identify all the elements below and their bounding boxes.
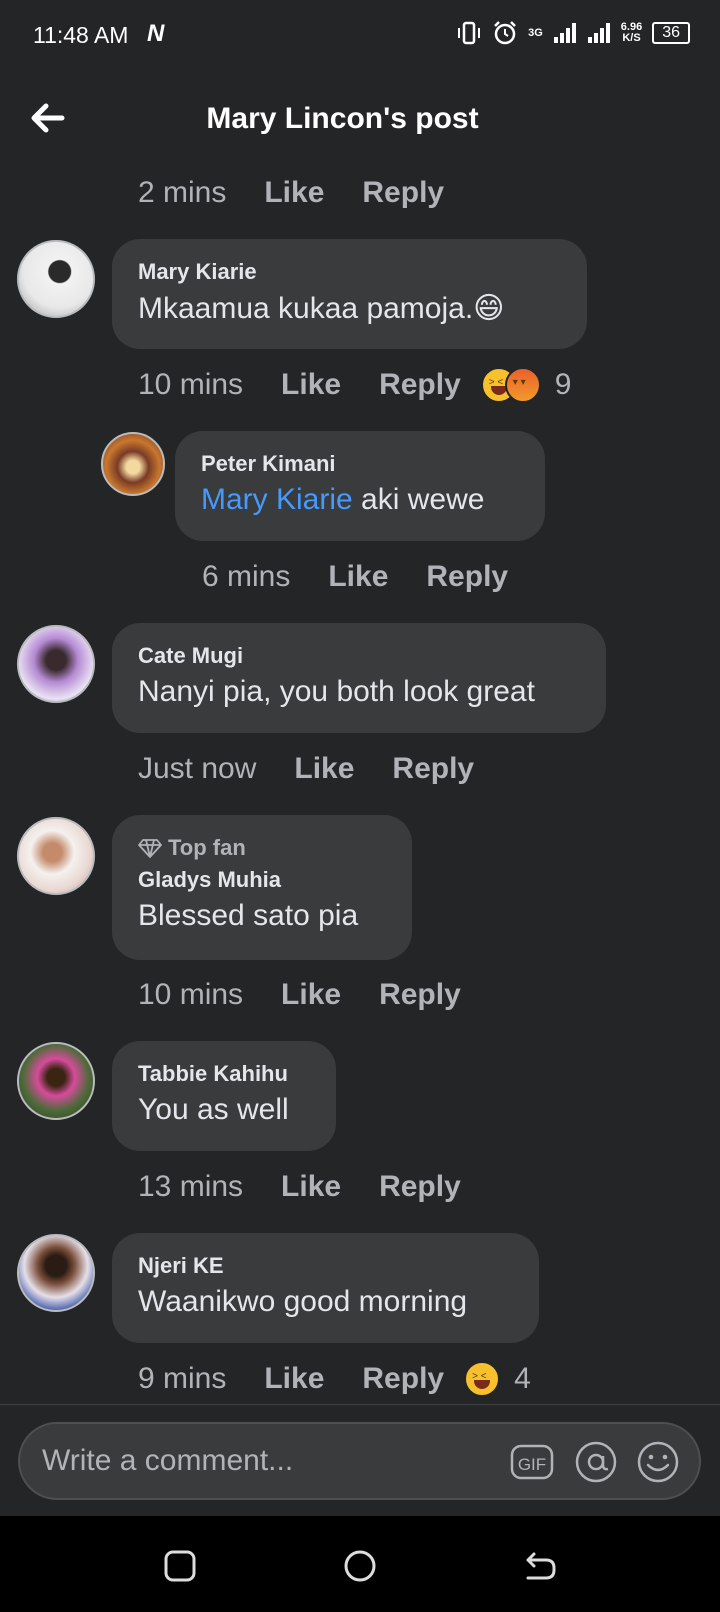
like-button[interactable]: Like [281,368,341,402]
comment-author[interactable]: Njeri KE [138,1253,513,1279]
comment-actions: 9 mins Like Reply > < 4 [138,1359,531,1399]
comment-time: Just now [138,752,257,785]
reply-button[interactable]: Reply [362,1362,444,1396]
reply-button[interactable]: Reply [426,560,508,594]
avatar[interactable] [17,240,95,318]
comment-text: Mary Kiarie aki wewe [201,483,485,516]
reply-button[interactable]: Reply [392,752,474,786]
status-bar: 11:48 AM N 3G 6.96 K/S 36 [0,0,720,72]
angry-reaction-icon: ▾ ▾ [504,367,541,403]
diamond-icon [138,839,162,858]
comment-text: Nanyi pia, you both look great [138,675,535,708]
reaction-summary[interactable]: > < ▾ ▾ 9 [480,367,572,403]
reply-button[interactable]: Reply [379,368,461,402]
like-button[interactable]: Like [281,978,341,1012]
signal-icon-2 [587,23,610,43]
comment-time: 9 mins [138,1362,227,1395]
like-button[interactable]: Like [264,1362,324,1396]
comment-actions: 13 mins Like Reply [138,1167,499,1207]
top-fan-badge: Top fan [138,835,386,861]
vibrate-icon [458,21,481,45]
comment-author[interactable]: Cate Mugi [138,643,580,669]
like-button[interactable]: Like [294,752,354,786]
like-button[interactable]: Like [264,176,324,210]
post-header: Mary Lincon's post [0,80,720,160]
status-icons: 3G 6.96 K/S 36 [456,20,690,46]
comment-author[interactable]: Tabbie Kahihu [138,1061,310,1087]
recent-apps-icon[interactable] [162,1548,198,1584]
network-speed: 6.96 K/S [620,21,643,44]
comment-actions: 10 mins Like Reply > < ▾ ▾ 9 [138,365,571,405]
comment-time: 2 mins [138,176,227,209]
status-time: 11:48 AM [33,22,129,48]
comment-time: 10 mins [138,978,244,1011]
like-button[interactable]: Like [328,560,388,594]
reaction-count: 4 [514,1362,531,1395]
emoji-icon[interactable] [636,1440,680,1484]
reaction-count: 9 [554,368,572,401]
network-badge: N [147,20,165,47]
reply-button[interactable]: Reply [362,176,444,210]
comment-actions: 10 mins Like Reply [138,975,499,1015]
reply-button[interactable]: Reply [379,1170,461,1204]
system-nav-bar [0,1516,720,1612]
comment-bubble[interactable]: Mary Kiarie Mkaamua kukaa pamoja.😄 [112,239,587,349]
like-button[interactable]: Like [281,1170,341,1204]
battery-indicator: 36 [652,22,690,44]
signal-icon [553,23,576,43]
avatar[interactable] [17,625,95,703]
reply-button[interactable]: Reply [379,978,461,1012]
composer-divider [0,1404,720,1405]
back-nav-icon[interactable] [522,1548,558,1584]
avatar[interactable] [17,1042,95,1120]
comment-text: Waanikwo good morning [138,1285,468,1318]
gif-label: GIF [518,1455,546,1474]
laugh-reaction-icon: > < [464,1361,501,1397]
comment-bubble[interactable]: Njeri KE Waanikwo good morning [112,1233,539,1343]
comment-input-placeholder: Write a comment... [42,1444,294,1477]
alarm-icon [494,21,516,45]
comment-bubble[interactable]: Tabbie Kahihu You as well [112,1041,336,1151]
comment-text: Mkaamua kukaa pamoja.😄 [138,292,505,325]
mention-icon[interactable] [574,1440,618,1484]
comment-bubble[interactable]: Peter Kimani Mary Kiarie aki wewe [175,431,545,541]
page-title: Mary Lincon's post [206,102,479,135]
comment-actions: 6 mins Like Reply [202,557,546,597]
comment-bubble[interactable]: Top fan Gladys Muhia Blessed sato pia [112,815,412,960]
gif-icon[interactable]: GIF [510,1440,554,1484]
comment-bubble[interactable]: Cate Mugi Nanyi pia, you both look great [112,623,606,733]
avatar[interactable] [101,432,165,496]
avatar[interactable] [17,817,95,895]
comment-author[interactable]: Peter Kimani [201,451,519,477]
comment-time: 13 mins [138,1170,244,1203]
comment-time: 10 mins [138,368,244,401]
network-type: 3G [528,26,543,39]
comment-text: You as well [138,1093,289,1126]
comment-actions: Just now Like Reply [138,749,512,789]
comment-author[interactable]: Gladys Muhia [138,867,386,893]
comment-input[interactable]: Write a comment... GIF [18,1422,701,1500]
comment-text: Blessed sato pia [138,899,359,932]
comment-actions: 2 mins Like Reply [138,173,482,213]
avatar[interactable] [17,1234,95,1312]
home-icon[interactable] [342,1548,378,1584]
reaction-summary[interactable]: > < 4 [464,1361,531,1397]
mention-link[interactable]: Mary Kiarie [201,483,353,516]
comment-author[interactable]: Mary Kiarie [138,259,561,285]
comment-time: 6 mins [202,560,291,593]
